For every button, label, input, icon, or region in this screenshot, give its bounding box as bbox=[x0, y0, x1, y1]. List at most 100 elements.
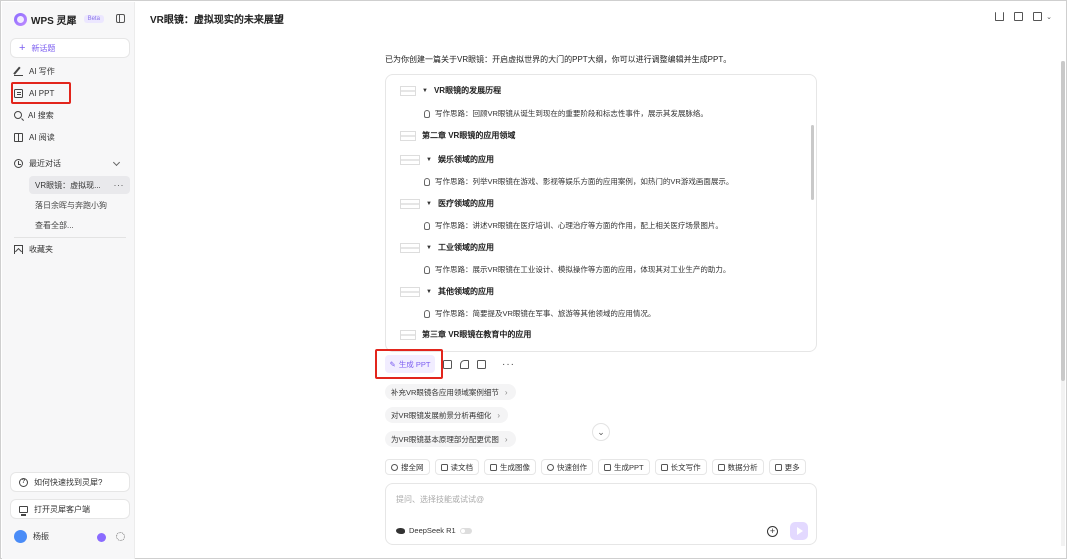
membership-badge-icon[interactable] bbox=[97, 533, 106, 542]
outline-section[interactable]: ▼ VR眼镜的发展历程 bbox=[400, 85, 501, 96]
share-icon[interactable] bbox=[460, 359, 469, 369]
collapse-triangle-icon[interactable]: ▼ bbox=[426, 245, 432, 251]
outline-section[interactable]: ▼ 娱乐领域的应用 bbox=[400, 154, 494, 165]
skill-label: 快速创作 bbox=[557, 462, 587, 472]
slide-thumbnail bbox=[400, 154, 420, 165]
suggestion-label: 对VR眼镜发展前景分析再细化 bbox=[391, 410, 492, 420]
document-icon[interactable] bbox=[1033, 12, 1043, 21]
collapse-triangle-icon[interactable]: ▼ bbox=[422, 88, 428, 94]
open-client-button[interactable]: 打开灵犀客户端 bbox=[10, 499, 130, 519]
outline-section[interactable]: ▼ 医疗领域的应用 bbox=[400, 198, 494, 209]
help-button[interactable]: ? 如何快速找到灵犀? bbox=[10, 472, 130, 492]
gear-icon[interactable] bbox=[116, 532, 125, 541]
chevron-right-icon: › bbox=[504, 387, 508, 397]
outline-chapter[interactable]: 第二章 VR眼镜的应用领域 bbox=[400, 130, 515, 141]
sidebar-item-label: AI 写作 bbox=[29, 66, 55, 76]
outline-note-text: 写作思路：列举VR眼镜在游戏、影视等娱乐方面的应用案例，如热门的VR游戏画面展示… bbox=[435, 177, 734, 186]
grid-icon bbox=[774, 463, 782, 471]
outline-note-text: 写作思路：展示VR眼镜在工业设计、模拟操作等方面的应用，体现其对工业生产的助力。 bbox=[435, 265, 731, 274]
suggestion-chip[interactable]: 补充VR眼镜各应用领域案例细节 › bbox=[385, 384, 516, 400]
collapse-sidebar-icon[interactable] bbox=[116, 14, 125, 23]
chevron-down-icon[interactable]: ⌄ bbox=[1046, 13, 1052, 21]
lightbulb-icon bbox=[424, 309, 430, 318]
page-scrollbar[interactable] bbox=[1061, 61, 1065, 546]
deepseek-logo-icon bbox=[396, 527, 405, 534]
view-all-link[interactable]: 查看全部... bbox=[35, 220, 74, 231]
skill-more[interactable]: 更多 bbox=[768, 459, 806, 475]
help-label: 如何快速找到灵犀? bbox=[34, 477, 103, 487]
outline-section[interactable]: ▼ 工业领域的应用 bbox=[400, 242, 494, 253]
skill-generate-image[interactable]: 生成图像 bbox=[484, 459, 536, 475]
new-topic-label: 新话题 bbox=[31, 43, 56, 53]
suggestion-chip[interactable]: 为VR眼镜基本原理部分配更优图 › bbox=[385, 431, 516, 447]
skill-long-writing[interactable]: 长文写作 bbox=[654, 459, 707, 475]
sidebar-item-favorites[interactable]: 收藏夹 bbox=[14, 241, 53, 257]
collapse-triangle-icon[interactable]: ▼ bbox=[426, 201, 432, 207]
sidebar-item-ai-reading[interactable]: AI 阅读 bbox=[14, 129, 55, 145]
header-actions: ⌄ bbox=[995, 12, 1052, 21]
user-profile[interactable]: 杨振 bbox=[14, 530, 49, 543]
suggestion-chip[interactable]: 对VR眼镜发展前景分析再细化 › bbox=[385, 407, 509, 423]
outline-note[interactable]: 写作思路：讲述VR眼镜在医疗培训、心理治疗等方面的作用，配上相关医疗场景图片。 bbox=[424, 220, 723, 231]
model-selector[interactable]: DeepSeek R1 bbox=[396, 526, 472, 535]
outline-scrollbar[interactable] bbox=[811, 125, 814, 200]
outline-section-title: 医疗领域的应用 bbox=[437, 199, 494, 208]
sparkle-icon bbox=[547, 463, 554, 471]
bookmark-icon[interactable] bbox=[1014, 12, 1024, 21]
chevron-down-icon[interactable] bbox=[112, 158, 121, 167]
more-options-icon[interactable]: ··· bbox=[114, 180, 125, 190]
image-icon bbox=[490, 463, 497, 471]
outline-chapter-title: 第三章 VR眼镜在教育中的应用 bbox=[422, 330, 532, 339]
scroll-to-bottom-icon[interactable]: ⌄ bbox=[592, 423, 610, 441]
assistant-message: 已为你创建一篇关于VR眼镜：开启虚拟世界的大门的PPT大纲，你可以进行调整编辑并… bbox=[385, 55, 732, 64]
open-client-label: 打开灵犀客户端 bbox=[34, 504, 90, 514]
add-attachment-icon[interactable]: + bbox=[767, 526, 778, 537]
favorites-label: 收藏夹 bbox=[29, 244, 53, 254]
suggestion-label: 补充VR眼镜各应用领域案例细节 bbox=[391, 387, 499, 397]
collapse-triangle-icon[interactable]: ▼ bbox=[426, 157, 432, 163]
skill-label: 数据分析 bbox=[727, 462, 758, 472]
sidebar-item-ai-writing[interactable]: AI 写作 bbox=[14, 63, 55, 79]
skill-read-doc[interactable]: 读文档 bbox=[434, 459, 479, 475]
slide-thumbnail bbox=[400, 198, 420, 209]
share-icon[interactable] bbox=[995, 12, 1005, 21]
help-icon: ? bbox=[19, 477, 28, 487]
outline-section-title: 工业领域的应用 bbox=[437, 243, 494, 252]
model-toggle[interactable] bbox=[459, 527, 472, 534]
chart-icon bbox=[717, 463, 725, 471]
skill-generate-ppt[interactable]: 生成PPT bbox=[598, 459, 650, 475]
recent-conversations-header[interactable]: 最近对话 bbox=[14, 155, 61, 171]
outline-chapter-title: 第二章 VR眼镜的应用领域 bbox=[422, 131, 516, 140]
outline-note[interactable]: 写作思路：简要提及VR眼镜在军事、旅游等其他领域的应用情况。 bbox=[424, 308, 655, 319]
slide-thumbnail bbox=[400, 242, 420, 253]
new-topic-button[interactable]: + 新话题 bbox=[10, 38, 130, 58]
copy-icon[interactable] bbox=[443, 359, 452, 369]
pen-icon bbox=[660, 463, 668, 471]
skill-quick-create[interactable]: 快速创作 bbox=[541, 459, 593, 475]
chevron-right-icon: › bbox=[504, 434, 508, 444]
outline-chapter[interactable]: 第三章 VR眼镜在教育中的应用 bbox=[400, 329, 531, 340]
highlight-box-generate-ppt bbox=[375, 349, 443, 379]
outline-section[interactable]: ▼ 其他领域的应用 bbox=[400, 286, 494, 297]
recent-item-active[interactable]: VR眼镜：虚拟现... ··· bbox=[29, 176, 130, 194]
sidebar-item-ai-search[interactable]: AI 搜索 bbox=[14, 107, 54, 123]
skill-web-search[interactable]: 搜全网 bbox=[385, 459, 430, 475]
collapse-triangle-icon[interactable]: ▼ bbox=[426, 289, 432, 295]
outline-note[interactable]: 写作思路：列举VR眼镜在游戏、影视等娱乐方面的应用案例，如热门的VR游戏画面展示… bbox=[424, 176, 733, 187]
outline-note[interactable]: 写作思路：展示VR眼镜在工业设计、模拟操作等方面的应用，体现其对工业生产的助力。 bbox=[424, 264, 730, 275]
skill-data-analysis[interactable]: 数据分析 bbox=[711, 459, 764, 475]
skill-label: 读文档 bbox=[450, 462, 474, 472]
brand: WPS 灵犀 Beta bbox=[14, 12, 104, 27]
bookmark-icon[interactable] bbox=[477, 359, 486, 369]
avatar bbox=[14, 530, 27, 543]
outline-note-text: 写作思路：讲述VR眼镜在医疗培训、心理治疗等方面的作用，配上相关医疗场景图片。 bbox=[435, 221, 723, 230]
chat-input-box[interactable]: 提问、选择技能或试试@ DeepSeek R1 + bbox=[385, 483, 817, 545]
lingxi-logo-icon bbox=[14, 12, 27, 26]
more-options-icon[interactable]: ··· bbox=[502, 359, 515, 370]
send-button[interactable] bbox=[790, 522, 808, 540]
skill-label: 生成图像 bbox=[500, 462, 530, 472]
chat-input-placeholder[interactable]: 提问、选择技能或试试@ bbox=[396, 494, 484, 505]
recent-item[interactable]: 落日余晖与奔跑小狗 bbox=[35, 200, 107, 211]
outline-note[interactable]: 写作思路：回顾VR眼镜从诞生到现在的重要阶段和标志性事件，展示其发展脉络。 bbox=[424, 108, 708, 119]
page-title: VR眼镜：虚拟现实的未来展望 bbox=[150, 15, 284, 26]
